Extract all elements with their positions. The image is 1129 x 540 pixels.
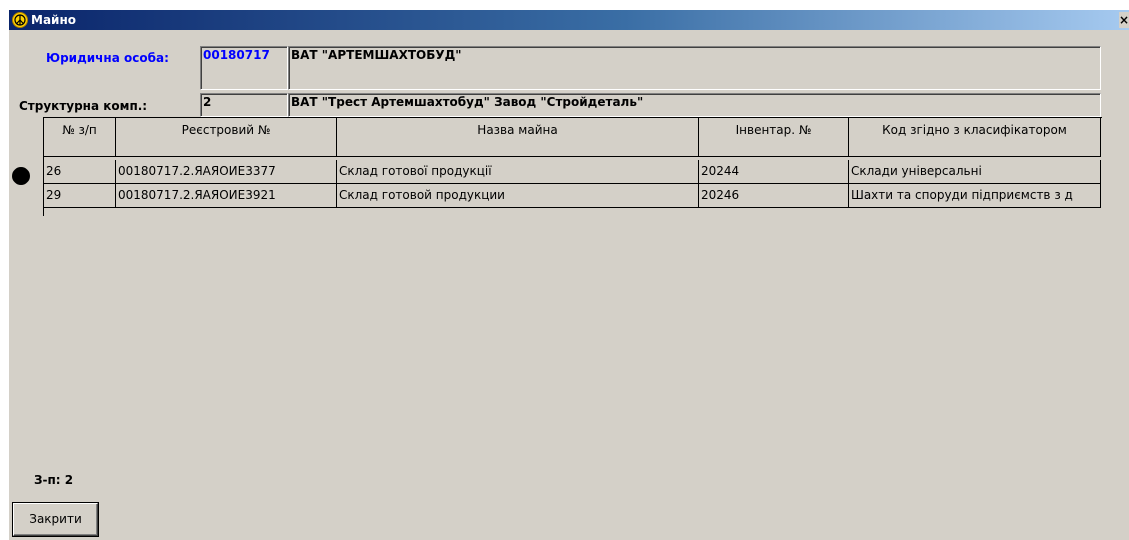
col-header-inventory[interactable]: Інвентар. № bbox=[699, 117, 849, 157]
cell-inventory[interactable]: 20246 bbox=[699, 184, 849, 208]
cell-number[interactable]: 29 bbox=[44, 184, 116, 208]
structural-unit-code-field[interactable]: 2 bbox=[200, 93, 288, 117]
col-header-registry[interactable]: Реєстровий № bbox=[116, 117, 337, 157]
cell-name[interactable]: Склад готовой продукции bbox=[337, 184, 699, 208]
peace-sign-icon bbox=[12, 12, 28, 28]
col-header-classifier[interactable]: Код згідно з класифікатором bbox=[849, 117, 1101, 157]
maino-window: Майно × Юридична особа: 00180717 ВАТ "АР… bbox=[9, 10, 1129, 540]
cell-number[interactable]: 26 bbox=[44, 160, 116, 184]
legal-entity-name-field[interactable]: ВАТ "АРТЕМШАХТОБУД" bbox=[288, 46, 1101, 90]
legal-entity-code-field[interactable]: 00180717 bbox=[200, 46, 288, 90]
cell-inventory[interactable]: 20244 bbox=[699, 160, 849, 184]
close-button[interactable]: Закрити bbox=[13, 503, 98, 536]
current-row-icon bbox=[12, 167, 30, 185]
col-header-number[interactable]: № з/п bbox=[44, 117, 116, 157]
record-count: З-п: 2 bbox=[34, 473, 74, 487]
close-icon[interactable]: × bbox=[1119, 12, 1129, 28]
title-bar[interactable]: Майно × bbox=[9, 10, 1129, 30]
cell-registry[interactable]: 00180717.2.ЯАЯОИЕ3377 bbox=[116, 160, 337, 184]
window-title: Майно bbox=[31, 13, 76, 27]
col-header-name[interactable]: Назва майна bbox=[337, 117, 699, 157]
cell-classifier[interactable]: Склади універсальні bbox=[849, 160, 1101, 184]
cell-name[interactable]: Склад готової продукції bbox=[337, 160, 699, 184]
legal-entity-label: Юридична особа: bbox=[46, 51, 169, 65]
structural-unit-name-field[interactable]: ВАТ "Трест Артемшахтобуд" Завод "Стройде… bbox=[288, 93, 1101, 117]
structural-unit-label: Структурна комп.: bbox=[19, 99, 148, 113]
cell-registry[interactable]: 00180717.2.ЯАЯОИЕ3921 bbox=[116, 184, 337, 208]
cell-classifier[interactable]: Шахти та споруди підприємств з д bbox=[849, 184, 1101, 208]
